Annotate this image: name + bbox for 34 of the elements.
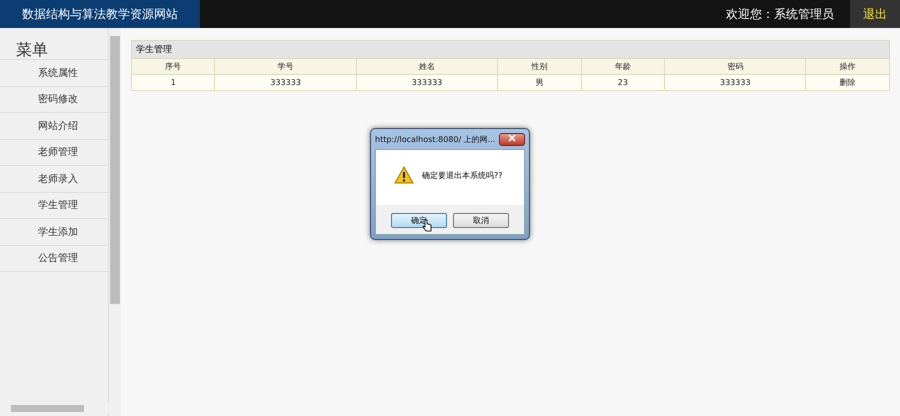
menu-item[interactable]: 学生管理 <box>0 192 108 219</box>
menu-title: 菜单 <box>0 34 108 60</box>
menu-item[interactable]: 公告管理 <box>0 246 108 272</box>
menu-item[interactable]: 系统属性 <box>0 60 108 86</box>
close-button[interactable] <box>499 132 525 146</box>
dialog-message: 确定要退出本系统吗?? <box>422 170 502 180</box>
column-header: 姓名 <box>356 58 498 74</box>
column-header: 年龄 <box>581 58 665 74</box>
logout-button[interactable]: 退出 <box>850 0 900 28</box>
cancel-button[interactable]: 取消 <box>453 213 509 228</box>
table-cell: 男 <box>498 74 582 90</box>
column-header: 学号 <box>214 58 356 74</box>
table-cell: 1 <box>132 74 215 90</box>
table-cell: 23 <box>581 74 665 90</box>
table-cell: 333333 <box>664 74 806 90</box>
column-header: 密码 <box>664 58 806 74</box>
dialog-title: http://localhost:8080/ 上的网... <box>375 134 496 144</box>
warning-icon <box>394 166 414 184</box>
vertical-scrollbar[interactable] <box>109 28 121 416</box>
welcome-text: 欢迎您：系统管理员 <box>726 6 835 22</box>
site-title: 数据结构与算法教学资源网站 <box>0 0 200 28</box>
table-cell: 333333 <box>356 74 498 90</box>
menu-item[interactable]: 密码修改 <box>0 86 108 113</box>
menu-item[interactable]: 老师录入 <box>0 166 108 192</box>
delete-link[interactable]: 删除 <box>806 74 890 90</box>
menu-item[interactable]: 老师管理 <box>0 140 108 166</box>
menu-item[interactable]: 网站介绍 <box>0 113 108 140</box>
close-icon <box>508 134 516 142</box>
column-header: 性别 <box>498 58 582 74</box>
column-header: 操作 <box>806 58 890 74</box>
menu-item[interactable]: 学生添加 <box>0 219 108 246</box>
table-cell: 333333 <box>214 74 356 90</box>
column-header: 序号 <box>132 58 215 74</box>
panel-title: 学生管理 <box>132 40 890 58</box>
